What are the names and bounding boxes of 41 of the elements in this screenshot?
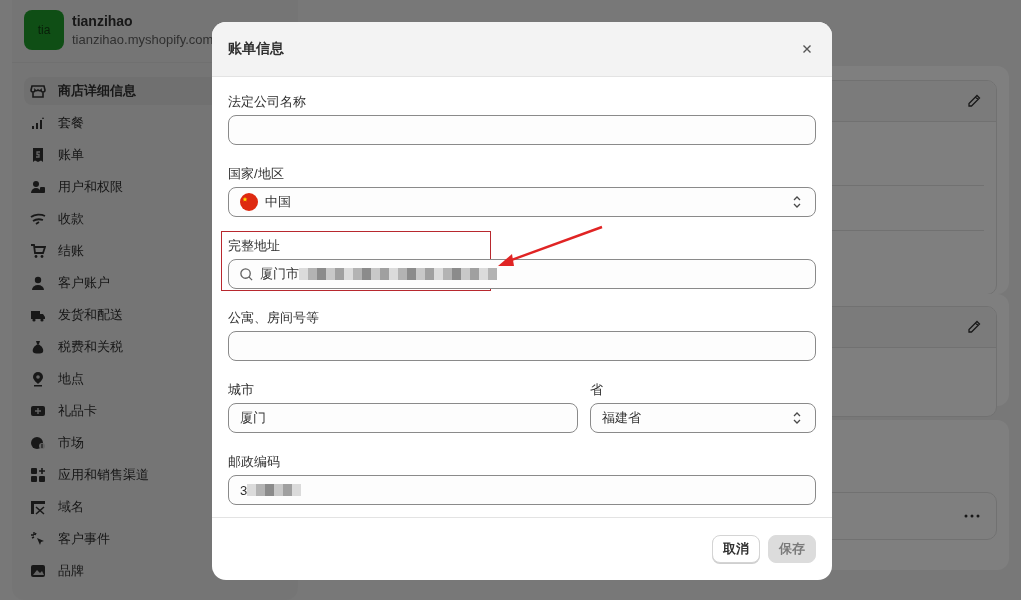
pencil-icon[interactable]: [966, 319, 982, 335]
store-domain: tianzihao.myshopify.com: [72, 32, 214, 47]
pin-icon: [30, 371, 46, 387]
input-field[interactable]: [228, 331, 816, 361]
store-name: tianzihao: [72, 13, 134, 29]
globe-icon: [30, 435, 46, 451]
bag-icon: [30, 339, 46, 355]
search-icon: [239, 266, 254, 282]
domain-icon: [30, 499, 46, 515]
apps-icon: [30, 467, 46, 483]
chart-icon: [30, 115, 46, 131]
field-label: 城市: [228, 382, 255, 398]
sidebar-item[interactable]: 客户事件: [24, 525, 286, 553]
sidebar-item[interactable]: 税费和关税: [24, 333, 286, 361]
sidebar-item[interactable]: 套餐: [24, 109, 286, 137]
sidebar-item[interactable]: 品牌: [24, 557, 286, 585]
gift-icon: [30, 403, 46, 419]
person-icon: [30, 275, 46, 291]
receipt-icon: [30, 147, 46, 163]
image-icon: [30, 563, 46, 579]
cursor-icon: [30, 531, 46, 547]
address-field[interactable]: 厦门市: [228, 259, 816, 289]
field-label: 国家/地区: [228, 166, 285, 182]
cart-icon: [30, 243, 46, 259]
field-label: 完整地址: [228, 238, 281, 254]
close-icon[interactable]: [802, 44, 812, 54]
input-field[interactable]: 3: [228, 475, 816, 505]
users-icon: [30, 179, 46, 195]
input-field[interactable]: 厦门: [228, 403, 578, 433]
dialog-title: 账单信息: [228, 40, 284, 58]
country-select[interactable]: 中国: [228, 187, 816, 217]
pencil-icon[interactable]: [966, 93, 982, 109]
flag-icon: [239, 192, 259, 212]
cancel-button[interactable]: 取消: [712, 535, 760, 563]
input-field[interactable]: [228, 115, 816, 145]
field-label: 公寓、房间号等: [228, 310, 320, 326]
province-select[interactable]: 福建省: [590, 403, 816, 433]
more-icon[interactable]: [964, 514, 980, 518]
field-label: 邮政编码: [228, 454, 281, 470]
store-icon: [30, 83, 46, 99]
field-label: 省: [590, 382, 604, 398]
